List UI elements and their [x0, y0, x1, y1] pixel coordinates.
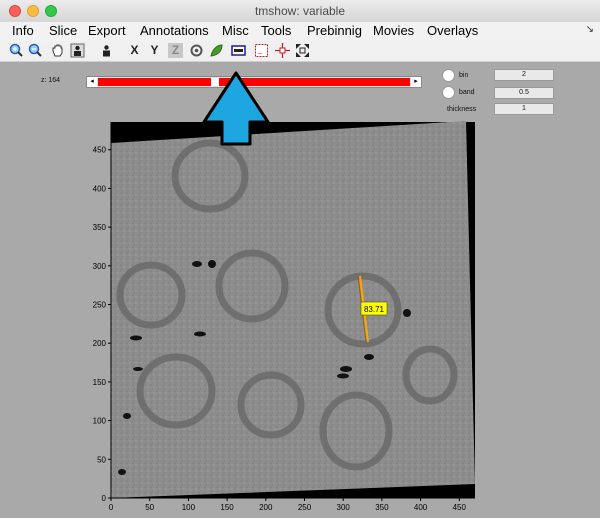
x-tick-label: 150: [220, 503, 234, 512]
image-slab: [111, 121, 475, 498]
y-tick-label: 200: [93, 339, 107, 348]
y-tick-label: 0: [102, 494, 107, 503]
x-tick-label: 250: [298, 503, 312, 512]
x-tick-label: 450: [453, 503, 467, 512]
app-window: tmshow: variable Info Slice Export Annot…: [0, 0, 600, 518]
y-tick-labels: 0 50 100 150 200 250 300 350 400 450: [93, 146, 111, 503]
y-tick-label: 150: [93, 378, 107, 387]
x-tick-labels: 0 50 100 150 200 250 300 350 400 450: [109, 498, 467, 512]
y-tick-label: 250: [93, 301, 107, 310]
x-tick-label: 400: [414, 503, 428, 512]
measurement-label: 83.71: [364, 305, 385, 314]
x-tick-label: 300: [337, 503, 351, 512]
tomogram-view[interactable]: 83.71 0 50 100 150 200 250 300 350 400 450 0 50 100…: [0, 0, 600, 518]
y-tick-label: 50: [97, 455, 106, 464]
y-tick-label: 100: [93, 417, 107, 426]
x-tick-label: 100: [182, 503, 196, 512]
x-tick-label: 350: [375, 503, 389, 512]
x-tick-label: 0: [109, 503, 114, 512]
y-tick-label: 350: [93, 223, 107, 232]
x-tick-label: 200: [259, 503, 273, 512]
x-tick-label: 50: [145, 503, 154, 512]
y-tick-label: 300: [93, 262, 107, 271]
y-tick-label: 400: [93, 184, 107, 193]
y-tick-label: 450: [93, 146, 107, 155]
